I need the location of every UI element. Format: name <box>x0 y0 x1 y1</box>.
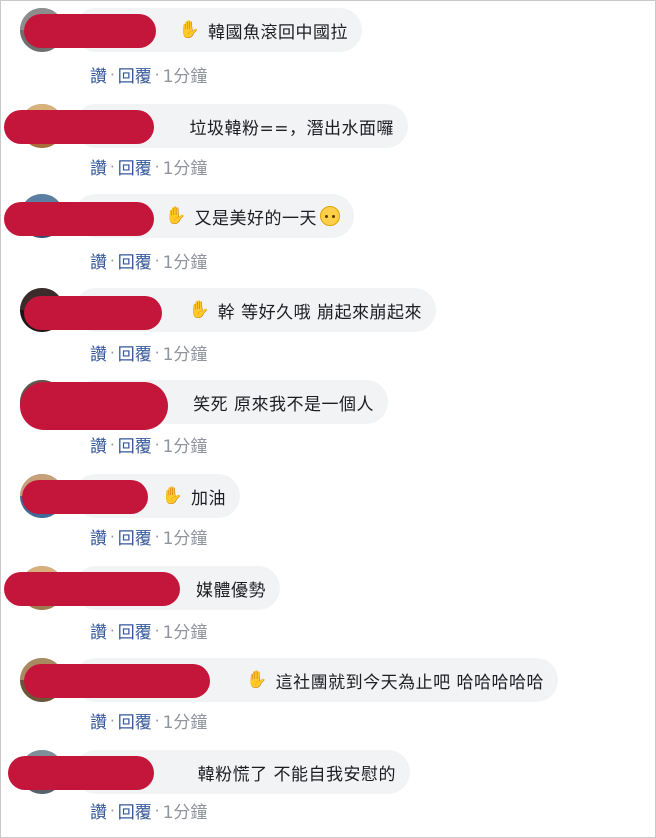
comment-actions: 讚 · 回覆 · 1分鐘 <box>90 248 208 274</box>
redacted-username <box>24 14 156 48</box>
raised-hand-icon: ✋ <box>178 20 200 40</box>
separator: · <box>154 435 160 454</box>
comment-item: ✋ 韓國魚滾回中國拉 讚 · 回覆 · 1分鐘 <box>0 0 656 92</box>
redacted-username <box>4 202 154 236</box>
raised-hand-icon: ✋ <box>165 206 187 226</box>
reply-link[interactable]: 回覆 <box>118 340 152 365</box>
redacted-username <box>4 110 154 144</box>
timestamp[interactable]: 1分鐘 <box>163 524 208 549</box>
reply-link[interactable]: 回覆 <box>118 154 152 179</box>
comment-text: 垃圾韓粉==，潛出水面囉 <box>189 118 394 139</box>
like-link[interactable]: 讚 <box>90 248 107 273</box>
timestamp[interactable]: 1分鐘 <box>163 62 208 87</box>
raised-hand-icon: ✋ <box>188 300 210 320</box>
raised-hand-icon: ✋ <box>246 670 268 690</box>
comment-item: ✋ 又是美好的一天 讚 · 回覆 · 1分鐘 <box>0 188 656 280</box>
separator: · <box>110 343 115 362</box>
comment-text: 幹 等好久哦 崩起來崩起來 <box>217 302 422 323</box>
timestamp[interactable]: 1分鐘 <box>163 248 208 273</box>
comment-text: 又是美好的一天 <box>194 208 317 229</box>
comment-item: ✋ 這社團就到今天為止吧 哈哈哈哈哈 讚 · 回覆 · 1分鐘 <box>0 654 656 746</box>
reply-link[interactable]: 回覆 <box>118 524 152 549</box>
separator: · <box>110 435 115 454</box>
separator: · <box>154 711 160 730</box>
separator: · <box>110 527 115 546</box>
comment-item: 媒體優勢 讚 · 回覆 · 1分鐘 <box>0 562 656 654</box>
like-link[interactable]: 讚 <box>90 524 107 549</box>
separator: · <box>110 65 115 84</box>
timestamp[interactable]: 1分鐘 <box>163 708 208 733</box>
timestamp[interactable]: 1分鐘 <box>163 432 208 457</box>
like-link[interactable]: 讚 <box>90 340 107 365</box>
separator: · <box>110 711 115 730</box>
pleading-face-emoji-icon <box>320 206 340 226</box>
comment-text: 加油 <box>191 488 226 509</box>
like-link[interactable]: 讚 <box>90 798 107 823</box>
reply-link[interactable]: 回覆 <box>118 248 152 273</box>
separator: · <box>154 801 160 820</box>
separator: · <box>110 157 115 176</box>
comment-actions: 讚 · 回覆 · 1分鐘 <box>90 524 208 550</box>
raised-hand-icon: ✋ <box>161 486 183 506</box>
separator: · <box>154 343 160 362</box>
reply-link[interactable]: 回覆 <box>118 798 152 823</box>
comment-actions: 讚 · 回覆 · 1分鐘 <box>90 154 208 180</box>
separator: · <box>154 621 160 640</box>
comment-actions: 讚 · 回覆 · 1分鐘 <box>90 798 208 824</box>
timestamp[interactable]: 1分鐘 <box>163 340 208 365</box>
comment-item: ✋ 加油 讚 · 回覆 · 1分鐘 <box>0 468 656 560</box>
timestamp[interactable]: 1分鐘 <box>163 798 208 823</box>
comment-text: 這社團就到今天為止吧 哈哈哈哈哈 <box>275 672 544 693</box>
comment-item: 垃圾韓粉==，潛出水面囉 讚 · 回覆 · 1分鐘 <box>0 94 656 186</box>
reply-link[interactable]: 回覆 <box>118 708 152 733</box>
comment-text: 笑死 原來我不是一個人 <box>193 394 374 415</box>
like-link[interactable]: 讚 <box>90 154 107 179</box>
comment-item: 笑死 原來我不是一個人 讚 · 回覆 · 1分鐘 <box>0 376 656 468</box>
comment-text: 韓國魚滾回中國拉 <box>208 22 348 43</box>
comment-actions: 讚 · 回覆 · 1分鐘 <box>90 708 208 734</box>
reply-link[interactable]: 回覆 <box>118 432 152 457</box>
comment-item: 韓粉慌了 不能自我安慰的 讚 · 回覆 · 1分鐘 <box>0 746 656 838</box>
like-link[interactable]: 讚 <box>90 618 107 643</box>
timestamp[interactable]: 1分鐘 <box>163 618 208 643</box>
separator: · <box>154 527 160 546</box>
redacted-username <box>24 296 162 330</box>
like-link[interactable]: 讚 <box>90 432 107 457</box>
redacted-username <box>20 382 168 430</box>
separator: · <box>154 65 160 84</box>
like-link[interactable]: 讚 <box>90 62 107 87</box>
comment-text: 韓粉慌了 不能自我安慰的 <box>197 764 396 785</box>
comment-item: ✋ 幹 等好久哦 崩起來崩起來 讚 · 回覆 · 1分鐘 <box>0 282 656 374</box>
comment-text: 媒體優勢 <box>196 580 266 601</box>
separator: · <box>154 157 160 176</box>
reply-link[interactable]: 回覆 <box>118 62 152 87</box>
separator: · <box>110 251 115 270</box>
reply-link[interactable]: 回覆 <box>118 618 152 643</box>
redacted-username <box>24 664 210 698</box>
redacted-username <box>22 480 148 514</box>
comment-actions: 讚 · 回覆 · 1分鐘 <box>90 62 208 88</box>
separator: · <box>154 251 160 270</box>
redacted-username <box>8 756 154 790</box>
timestamp[interactable]: 1分鐘 <box>163 154 208 179</box>
comment-actions: 讚 · 回覆 · 1分鐘 <box>90 618 208 644</box>
comment-actions: 讚 · 回覆 · 1分鐘 <box>90 340 208 366</box>
like-link[interactable]: 讚 <box>90 708 107 733</box>
separator: · <box>110 621 115 640</box>
redacted-username <box>4 572 180 606</box>
comment-actions: 讚 · 回覆 · 1分鐘 <box>90 432 208 458</box>
separator: · <box>110 801 115 820</box>
